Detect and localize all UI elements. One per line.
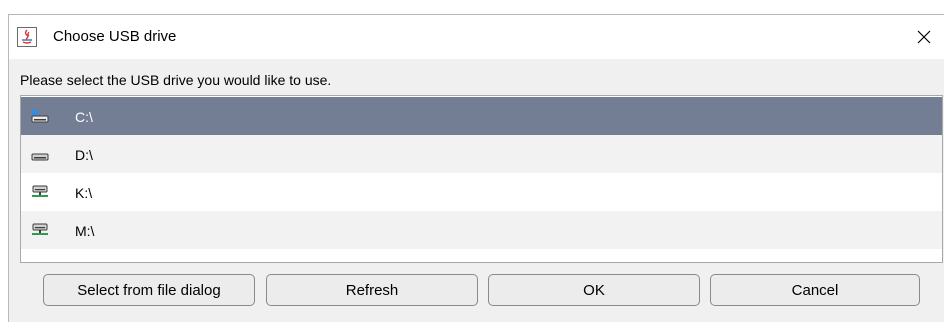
close-icon[interactable]: [904, 15, 944, 59]
system-drive-icon: [31, 108, 49, 124]
drive-row-d[interactable]: D:\: [21, 135, 942, 173]
drive-label: M:\: [75, 223, 95, 239]
drive-label: K:\: [75, 185, 93, 201]
drive-row-m[interactable]: M:\: [21, 211, 942, 249]
dialog-title: Choose USB drive: [53, 28, 177, 45]
select-from-file-dialog-button[interactable]: Select from file dialog: [43, 274, 255, 306]
title-bar[interactable]: Choose USB drive: [9, 15, 944, 59]
drive-row-k[interactable]: K:\: [21, 173, 942, 211]
drive-list[interactable]: C:\ D:\ K:\ M:\: [20, 95, 943, 263]
drive-row-c[interactable]: C:\: [21, 97, 942, 135]
instruction-text: Please select the USB drive you would li…: [20, 72, 332, 88]
refresh-button[interactable]: Refresh: [266, 274, 478, 306]
choose-usb-drive-dialog: Choose USB drive Please select the USB d…: [8, 14, 944, 322]
cancel-button[interactable]: Cancel: [710, 274, 920, 306]
network-drive-icon: [31, 222, 49, 238]
network-drive-icon: [31, 184, 49, 200]
drive-label: C:\: [75, 109, 93, 125]
drive-label: D:\: [75, 147, 93, 163]
hard-drive-icon: [31, 146, 49, 162]
ok-button[interactable]: OK: [488, 274, 700, 306]
java-icon: [17, 27, 37, 47]
